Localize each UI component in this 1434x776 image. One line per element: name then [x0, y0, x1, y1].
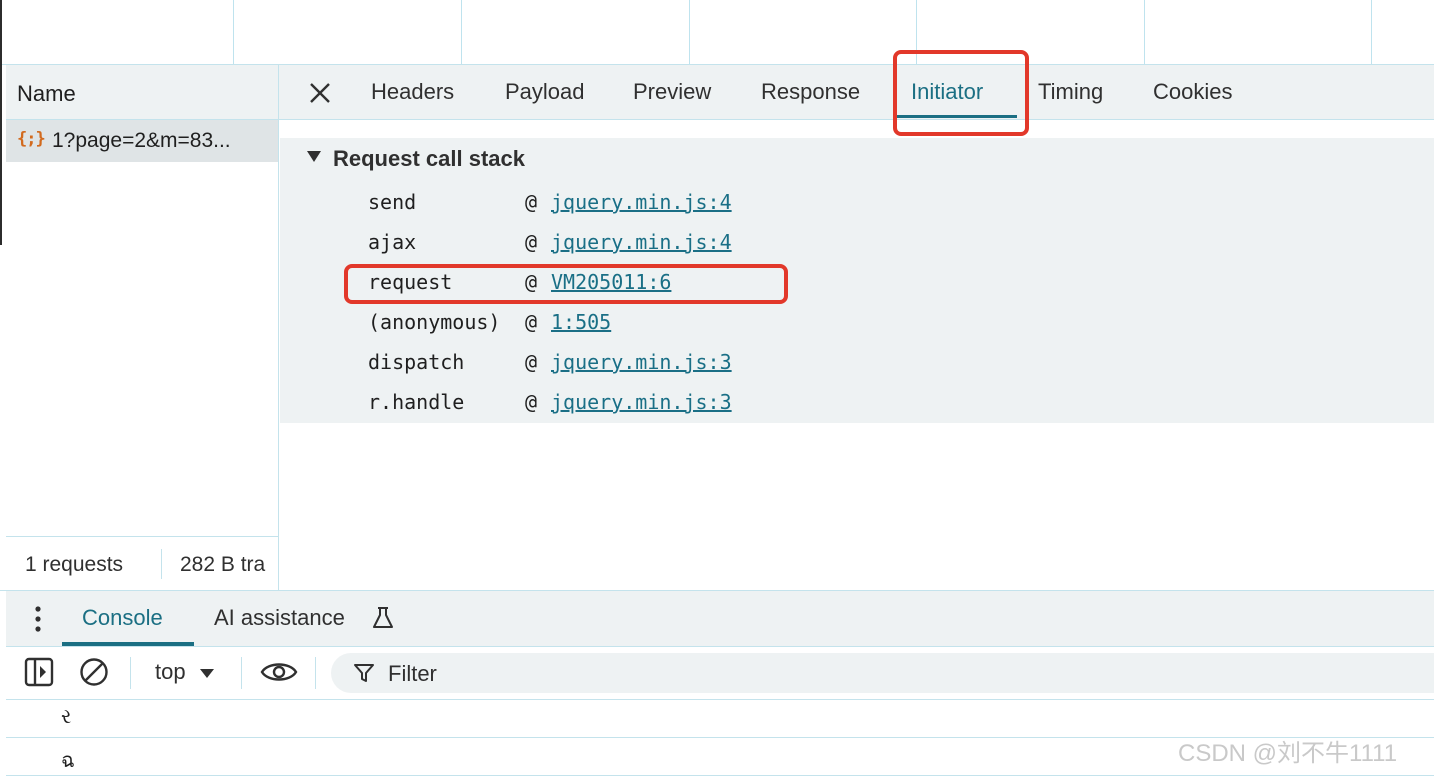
- flask-icon: [373, 607, 393, 628]
- close-icon[interactable]: [307, 80, 333, 106]
- watermark: CSDN @刘不牛1111: [1178, 740, 1398, 767]
- grid-line: [1144, 0, 1145, 64]
- toolbar-divider: [315, 657, 316, 689]
- filter-placeholder: Filter: [388, 661, 437, 686]
- grid-line: [689, 0, 690, 64]
- frame-at: @: [525, 190, 538, 214]
- stack-frame: dispatch @ jquery.min.js:3: [368, 342, 732, 382]
- name-column-label: Name: [17, 81, 76, 106]
- frame-source-link[interactable]: jquery.min.js:4: [551, 190, 732, 214]
- tab-preview[interactable]: Preview: [633, 79, 711, 105]
- context-selector-value: top: [155, 659, 186, 684]
- drawer-tab-console[interactable]: Console: [82, 605, 163, 631]
- tab-cookies[interactable]: Cookies: [1153, 79, 1232, 105]
- annotation-box-initiator: [893, 50, 1029, 136]
- summary-bar: 1 requests 282 B tra: [6, 536, 278, 591]
- name-column-header[interactable]: Name: [6, 65, 278, 120]
- request-name: 1?page=2&m=83...: [52, 129, 231, 152]
- clear-console-icon[interactable]: [79, 657, 109, 687]
- console-message-text: ฉ: [61, 750, 75, 772]
- console-message-text: ર: [61, 706, 72, 728]
- frame-at: @: [525, 230, 538, 254]
- frame-at: @: [525, 310, 538, 334]
- stack-frame: ajax @ jquery.min.js:4: [368, 222, 732, 262]
- stack-frame: (anonymous) @ 1:505: [368, 302, 611, 342]
- frame-at: @: [525, 350, 538, 374]
- filter-icon: [354, 664, 374, 682]
- grid-line: [1371, 0, 1372, 64]
- frame-function: (anonymous): [368, 310, 501, 334]
- frame-source-link[interactable]: jquery.min.js:3: [551, 350, 732, 374]
- frame-at: @: [525, 390, 538, 414]
- grid-line: [461, 0, 462, 64]
- transferred-size: 282 B tra: [180, 553, 266, 576]
- toolbar-divider: [130, 657, 131, 689]
- call-stack-title: Request call stack: [333, 146, 525, 171]
- frame-source-link[interactable]: 1:505: [551, 310, 611, 334]
- frame-function: dispatch: [368, 350, 465, 374]
- frame-function: r.handle: [368, 390, 465, 414]
- annotation-box-request-frame: [344, 264, 788, 304]
- call-stack-header[interactable]: Request call stack: [280, 138, 1434, 178]
- waterfall-strip: [0, 0, 1434, 65]
- json-icon: {;}: [17, 129, 46, 149]
- grid-line: [233, 0, 234, 64]
- drawer-tab-ai-assistance[interactable]: AI assistance: [214, 605, 345, 631]
- window-edge: [0, 0, 2, 245]
- context-selector[interactable]: top: [155, 659, 214, 685]
- tab-response[interactable]: Response: [761, 79, 860, 105]
- stack-frame: send @ jquery.min.js:4: [368, 182, 732, 222]
- tab-timing[interactable]: Timing: [1038, 79, 1103, 105]
- summary-divider: [161, 549, 162, 579]
- request-row[interactable]: {;} 1?page=2&m=83...: [6, 120, 278, 162]
- detail-tab-bar: Headers Payload Preview Response Initiat…: [279, 65, 1434, 120]
- sidebar-toggle-icon[interactable]: [24, 657, 54, 687]
- frame-function: send: [368, 190, 417, 214]
- frame-source-link[interactable]: jquery.min.js:4: [551, 230, 732, 254]
- filter-input[interactable]: Filter: [331, 653, 1434, 693]
- frame-source-link[interactable]: jquery.min.js:3: [551, 390, 732, 414]
- eye-icon[interactable]: [260, 659, 298, 685]
- more-options-icon[interactable]: [31, 603, 45, 635]
- tab-payload[interactable]: Payload: [505, 79, 585, 105]
- chevron-down-icon: [199, 668, 214, 678]
- tab-headers[interactable]: Headers: [371, 79, 454, 105]
- frame-function: ajax: [368, 230, 417, 254]
- toolbar-divider: [241, 657, 242, 689]
- stack-frame: r.handle @ jquery.min.js:3: [368, 382, 732, 422]
- active-drawer-tab-indicator: [62, 642, 194, 646]
- expand-triangle-icon[interactable]: [307, 151, 321, 162]
- requests-count: 1 requests: [25, 553, 124, 576]
